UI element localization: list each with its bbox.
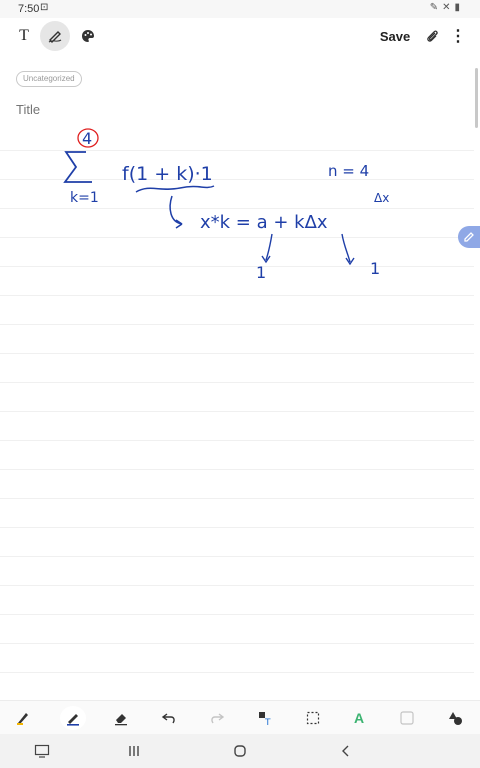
more-icon: ⋮: [450, 28, 466, 45]
home-icon: [234, 745, 246, 757]
undo-button[interactable]: [156, 706, 182, 730]
edit-pen-icon: [464, 232, 474, 242]
recents-icon: [129, 746, 139, 756]
ink-summand: f(1 + k)·1: [122, 163, 213, 185]
redo-button[interactable]: [204, 706, 230, 730]
ink-arrow-to-xk: [169, 195, 183, 229]
status-icons: ✎✕▮: [430, 2, 464, 13]
drawing-toolbar: T A: [0, 700, 480, 735]
pen-mode-button[interactable]: [40, 21, 70, 51]
ink-arrow-dx: [341, 233, 355, 266]
shape-fill-button[interactable]: A: [346, 706, 372, 730]
screenshot-nav-icon: [34, 744, 50, 758]
shape-icon: [400, 711, 414, 725]
palette-button[interactable]: [76, 18, 100, 54]
ink-sigma: [63, 151, 92, 183]
scrollbar[interactable]: [475, 68, 478, 128]
attach-icon: [427, 30, 438, 42]
floating-pen-button[interactable]: [458, 226, 480, 248]
selection-icon: [306, 711, 320, 725]
shape-button[interactable]: [394, 706, 420, 730]
selection-button[interactable]: [300, 706, 326, 730]
pen-status-icon: ✎: [429, 2, 443, 13]
highlighter-icon: [17, 713, 28, 725]
pen-mode-icon: [48, 31, 62, 43]
ink-sum-upper: 4: [82, 129, 92, 148]
shapes-button[interactable]: [442, 706, 468, 730]
text-icon: T: [19, 27, 29, 44]
status-bar: 7:50 ⊡ ✎✕▮: [0, 0, 480, 18]
ink-brace: [135, 185, 215, 193]
recents-button[interactable]: [122, 740, 146, 762]
silent-icon: ✕: [442, 2, 455, 13]
shapes-icon: [449, 712, 462, 725]
handwriting-layer: 4 k=1 f(1 + k)·1 n = 4 Δx x*k = a + kΔx …: [63, 128, 389, 282]
navigation-bar: [0, 734, 480, 768]
text-mode-button[interactable]: T: [10, 18, 38, 54]
back-icon: [342, 745, 349, 757]
undo-icon: [161, 713, 175, 724]
category-chip[interactable]: Uncategorized: [16, 71, 82, 87]
ink-arrow-a: [261, 233, 273, 264]
text-convert-button[interactable]: T: [252, 706, 278, 730]
eraser-icon: [115, 714, 127, 726]
pen-tool-button[interactable]: [60, 706, 86, 730]
home-button[interactable]: [228, 740, 252, 762]
svg-text:T: T: [264, 718, 271, 726]
more-options-button[interactable]: ⋮: [448, 18, 468, 54]
top-toolbar: T Save ⋮: [0, 18, 480, 54]
back-button[interactable]: [334, 740, 358, 762]
redo-icon: [211, 713, 225, 724]
attach-button[interactable]: [422, 18, 442, 54]
highlighter-button[interactable]: [10, 706, 36, 730]
ink-a-value: 1: [256, 263, 266, 282]
eraser-button[interactable]: [108, 706, 134, 730]
ink-xk-expr: x*k = a + kΔx: [200, 212, 328, 233]
ink-dx-label: Δx: [374, 191, 389, 205]
ink-sum-lower: k=1: [70, 190, 99, 206]
pen-icon: [67, 714, 79, 726]
palette-icon: [82, 30, 94, 42]
shape-fill-icon: A: [353, 710, 365, 726]
text-convert-icon: T: [259, 712, 271, 726]
screenshot-nav-button[interactable]: [30, 740, 54, 762]
save-button[interactable]: Save: [374, 18, 416, 54]
battery-icon: ▮: [454, 2, 464, 13]
status-time: 7:50: [18, 3, 40, 15]
ink-dx-value: 1: [370, 259, 380, 278]
screenshot-icon: ⊡: [40, 2, 49, 13]
ink-n-label: n = 4: [328, 162, 369, 180]
title-input[interactable]: [16, 100, 456, 118]
